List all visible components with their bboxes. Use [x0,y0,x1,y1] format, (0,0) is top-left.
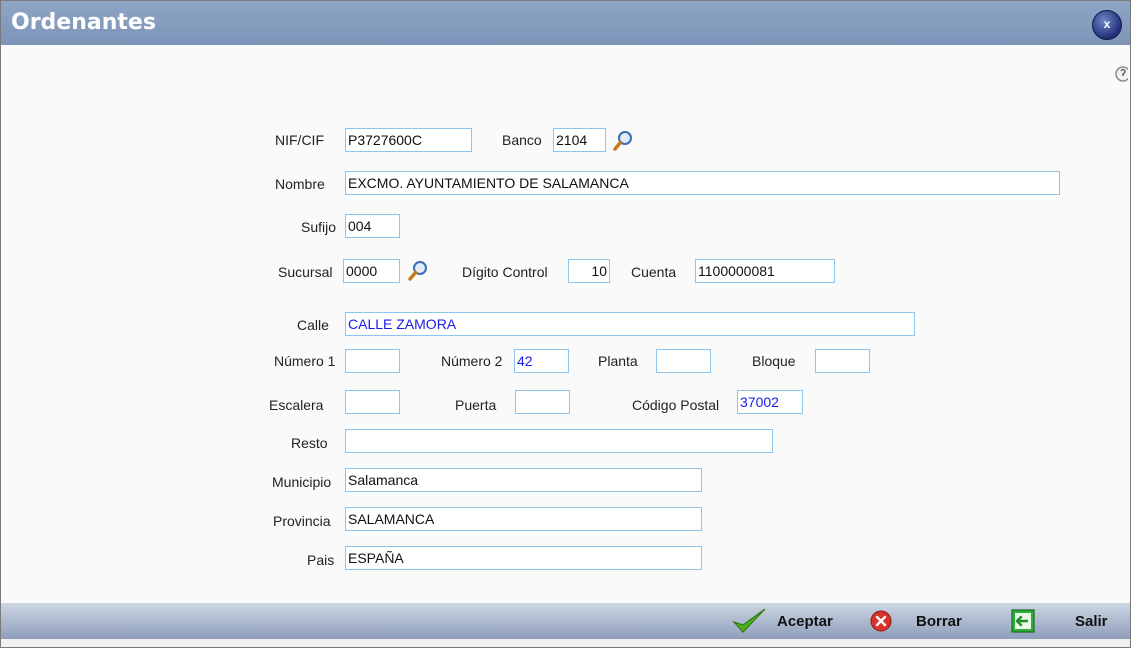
banco-field[interactable] [553,128,606,152]
checkmark-icon [731,607,767,635]
numero1-field[interactable] [345,349,400,373]
window-title: Ordenantes [11,10,156,35]
sucursal-search-icon[interactable] [407,259,431,283]
planta-label: Planta [598,353,638,369]
ordenantes-window: Ordenantes x NIF/CIF Banco Nombre Sufijo… [0,0,1131,648]
nif-field[interactable] [345,128,472,152]
bloque-label: Bloque [752,353,796,369]
codigo-postal-field[interactable] [737,390,803,414]
sucursal-field[interactable] [343,259,400,283]
puerta-label: Puerta [455,397,497,413]
exit-label: Salir [1075,613,1108,630]
close-icon[interactable]: x [1092,10,1122,40]
numero1-label: Número 1 [274,353,336,369]
provincia-field[interactable] [345,507,702,531]
numero2-label: Número 2 [441,353,503,369]
escalera-field[interactable] [345,390,400,414]
provincia-label: Provincia [273,513,331,529]
numero2-field[interactable] [514,349,569,373]
nombre-label: Nombre [275,176,325,192]
resto-label: Resto [291,435,328,451]
cuenta-field[interactable] [695,259,835,283]
exit-door-icon [1011,609,1035,633]
accept-button[interactable]: Aceptar [731,607,856,635]
municipio-label: Municipio [272,474,332,490]
help-icon[interactable] [1112,65,1128,83]
sufijo-label: Sufijo [301,219,337,235]
delete-button[interactable]: Borrar [870,607,982,635]
cuenta-label: Cuenta [631,264,677,280]
red-x-icon [870,610,892,632]
codigo-postal-label: Código Postal [632,397,720,413]
calle-field[interactable] [345,312,915,336]
sucursal-label: Sucursal [278,264,333,280]
pais-label: Pais [307,552,335,568]
bloque-field[interactable] [815,349,870,373]
pais-field[interactable] [345,546,702,570]
sufijo-field[interactable] [345,214,400,238]
puerta-field[interactable] [515,390,570,414]
resto-field[interactable] [345,429,773,453]
banco-label: Banco [502,132,542,148]
digito-control-label: Dígito Control [462,264,548,280]
nif-label: NIF/CIF [275,132,324,148]
delete-label: Borrar [916,613,962,630]
escalera-label: Escalera [269,397,324,413]
title-bar: Ordenantes x [1,1,1130,45]
nombre-field[interactable] [345,171,1060,195]
calle-label: Calle [297,317,329,333]
municipio-field[interactable] [345,468,702,492]
exit-button[interactable]: Salir [1011,607,1121,635]
digito-control-field[interactable] [568,259,610,283]
accept-label: Aceptar [777,613,833,630]
footer-strip [1,639,1130,647]
banco-search-icon[interactable] [612,129,636,153]
planta-field[interactable] [656,349,711,373]
